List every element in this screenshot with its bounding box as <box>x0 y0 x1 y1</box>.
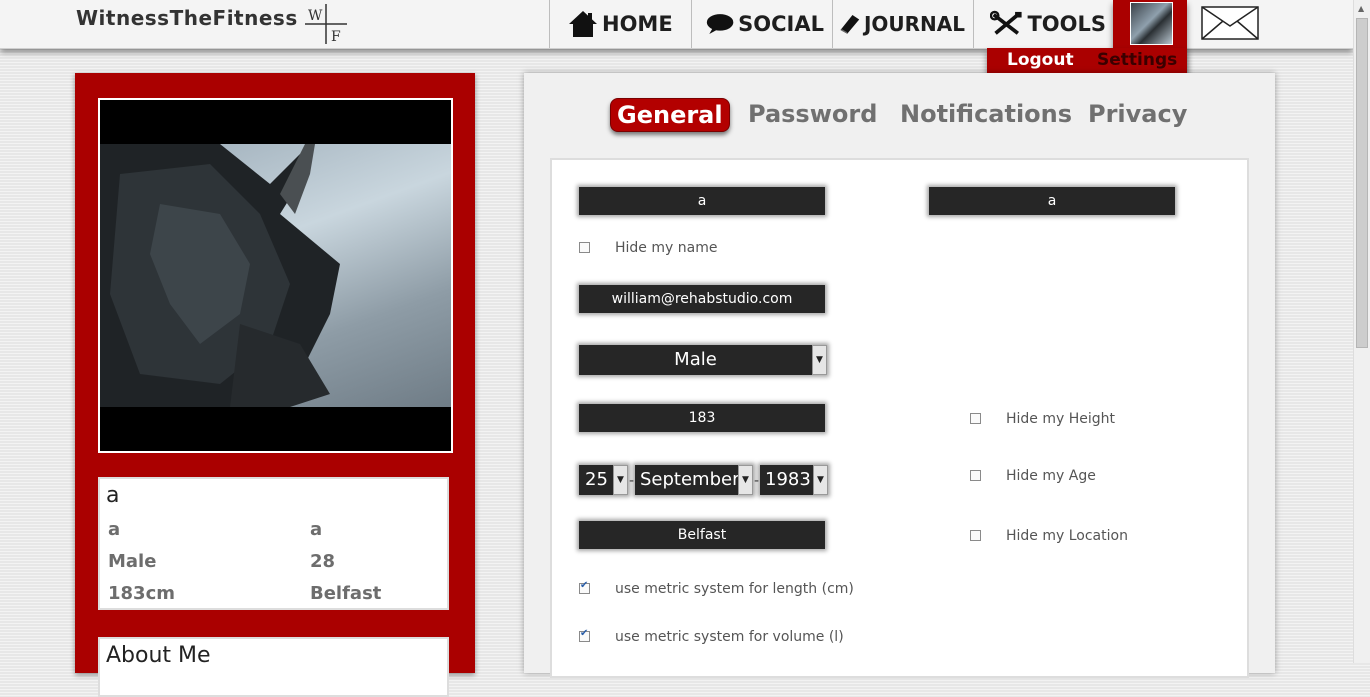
profile-summary: a a a Male 28 183cm Belfast <box>98 477 449 610</box>
envelope-icon[interactable] <box>1201 6 1259 40</box>
hide-age-checkbox[interactable] <box>970 470 981 481</box>
profile-display-name: a <box>106 483 120 508</box>
metric-volume-label: use metric system for volume (l) <box>615 629 844 645</box>
profile-height: 183cm <box>108 583 175 604</box>
email-field[interactable]: william@rehabstudio.com <box>579 285 825 313</box>
tools-icon <box>990 10 1022 35</box>
metric-length-checkbox[interactable] <box>579 580 590 594</box>
settings-panel: General Password Notifications Privacy a… <box>524 73 1275 678</box>
dob-year-select[interactable]: 1983 ▼ <box>760 465 828 495</box>
nav-home-label: HOME <box>602 12 673 36</box>
gender-select[interactable]: Male ▼ <box>579 345 827 375</box>
profile-panel: a a a Male 28 183cm Belfast About Me <box>75 73 475 697</box>
nav-home[interactable]: HOME <box>549 0 691 48</box>
book-icon <box>840 15 860 34</box>
chevron-down-icon[interactable]: ▼ <box>738 465 753 495</box>
profile-first-name: a <box>108 519 121 540</box>
settings-link[interactable]: Settings <box>1097 50 1177 70</box>
date-separator: - <box>754 473 760 489</box>
gender-select-value: Male <box>674 349 717 370</box>
dob-day-select[interactable]: 25 ▼ <box>579 465 628 495</box>
tab-notifications[interactable]: Notifications <box>900 100 1072 128</box>
tab-privacy[interactable]: Privacy <box>1088 100 1187 128</box>
profile-age: 28 <box>310 551 336 572</box>
nav-tools[interactable]: TOOLS <box>973 0 1114 48</box>
chevron-down-icon[interactable]: ▼ <box>813 465 828 495</box>
chevron-down-icon[interactable]: ▼ <box>613 465 628 495</box>
page-scrollbar[interactable]: ▲ <box>1353 0 1370 663</box>
nav-journal[interactable]: JOURNAL <box>832 0 973 48</box>
home-icon <box>569 11 597 37</box>
speech-bubble-icon <box>706 14 734 34</box>
hide-location-label: Hide my Location <box>1006 528 1128 544</box>
brand-logo-icon[interactable]: W F <box>305 4 347 44</box>
hide-height-label: Hide my Height <box>1006 411 1116 427</box>
profile-photo <box>98 98 453 453</box>
hide-height-checkbox[interactable] <box>970 413 981 424</box>
nav-tools-label: TOOLS <box>1027 12 1106 36</box>
metric-length-label: use metric system for length (cm) <box>615 581 854 597</box>
nav-social[interactable]: SOCIAL <box>691 0 832 48</box>
dob-day-value: 25 <box>585 469 608 490</box>
dob-month-value: September <box>640 469 740 490</box>
height-field[interactable]: 183 <box>579 404 825 432</box>
chevron-down-icon[interactable]: ▼ <box>812 345 827 375</box>
scroll-thumb[interactable] <box>1356 18 1368 348</box>
main-nav: HOME SOCIAL JOURNAL TOOLS <box>549 0 1114 48</box>
about-me-title: About Me <box>106 643 211 668</box>
profile-gender: Male <box>108 551 157 572</box>
nav-journal-label: JOURNAL <box>863 12 965 36</box>
metric-volume-checkbox[interactable] <box>579 628 590 642</box>
last-name-field[interactable]: a <box>929 187 1175 215</box>
hide-age-label: Hide my Age <box>1006 468 1096 484</box>
dob-year-value: 1983 <box>765 469 811 490</box>
avatar[interactable] <box>1130 2 1173 45</box>
user-submenu: Logout Settings <box>987 48 1187 74</box>
profile-location: Belfast <box>310 583 382 604</box>
tab-general[interactable]: General <box>610 98 730 132</box>
about-me-box: About Me <box>98 637 449 697</box>
general-settings-form: a a Hide my name william@rehabstudio.com… <box>550 158 1249 678</box>
hide-name-label: Hide my name <box>615 240 718 256</box>
nav-social-label: SOCIAL <box>738 12 824 36</box>
logo-letter-w: W <box>308 8 323 24</box>
logout-link[interactable]: Logout <box>1007 50 1074 70</box>
hide-name-checkbox[interactable] <box>579 242 590 253</box>
first-name-field[interactable]: a <box>579 187 825 215</box>
hide-location-checkbox[interactable] <box>970 530 981 541</box>
date-separator: - <box>629 473 635 489</box>
tab-password[interactable]: Password <box>748 100 877 128</box>
scroll-up-arrow-icon[interactable]: ▲ <box>1358 4 1364 13</box>
dob-month-select[interactable]: September ▼ <box>635 465 753 495</box>
location-field[interactable]: Belfast <box>579 521 825 549</box>
profile-last-name: a <box>310 519 323 540</box>
brand-name[interactable]: WitnessTheFitness <box>76 6 298 30</box>
logo-letter-f: F <box>331 29 341 44</box>
profile-photo-image <box>100 144 451 407</box>
